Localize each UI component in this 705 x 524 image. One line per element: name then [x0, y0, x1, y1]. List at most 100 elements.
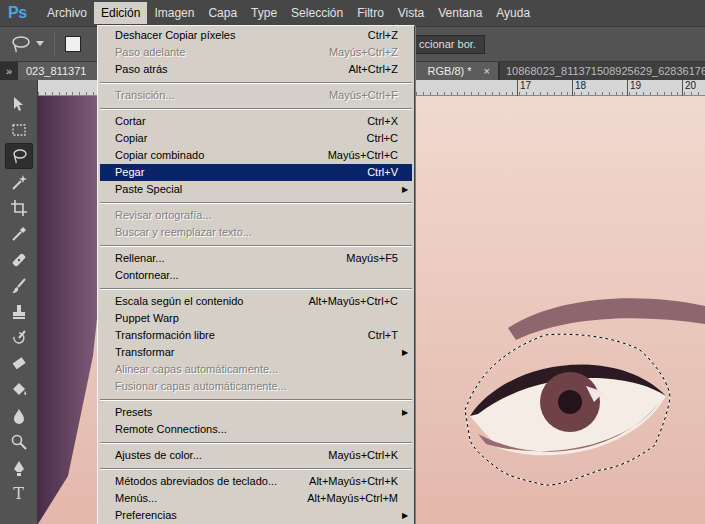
pen-tool-icon: [10, 459, 28, 477]
menu-item-label: Fusionar capas automáticamente...: [115, 378, 398, 395]
tool-button[interactable]: [5, 117, 33, 143]
menu-item[interactable]: CortarCtrl+X: [100, 113, 412, 130]
menu-item-shortcut: Mayús+Ctrl+K: [328, 447, 398, 464]
menu-separator: [100, 104, 412, 113]
lasso-icon[interactable]: [10, 34, 32, 54]
clone-stamp-icon: [10, 303, 28, 321]
rectangular-marquee-icon: [10, 121, 28, 139]
menu-bar-item[interactable]: Type: [244, 2, 284, 24]
separator-line: [100, 468, 412, 470]
menu-bar-item[interactable]: Filtro: [350, 2, 391, 24]
menu-item-label: Deshacer Copiar píxeles: [115, 27, 368, 44]
separator-line: [100, 288, 412, 290]
menu-item-shortcut: Ctrl+T: [368, 327, 398, 344]
menu-bar-item[interactable]: Capa: [201, 2, 244, 24]
tool-button[interactable]: [5, 325, 33, 351]
tool-button[interactable]: [5, 169, 33, 195]
tabs-overflow-button[interactable]: »: [0, 62, 18, 80]
brush-tool-icon: [10, 277, 28, 295]
menu-item[interactable]: Escala según el contenidoAlt+Mayús+Ctrl+…: [100, 293, 412, 310]
tool-button[interactable]: [5, 429, 33, 455]
menu-item-label: Métodos abreviados de teclado...: [115, 473, 309, 490]
menu-item[interactable]: Presets▶: [100, 404, 412, 421]
eraser-tool-icon: [10, 355, 28, 373]
menu-item[interactable]: PegarCtrl+V: [100, 164, 412, 181]
menu-item: Fusionar capas automáticamente...: [100, 378, 412, 395]
new-selection-icon[interactable]: [65, 36, 81, 52]
tool-button[interactable]: [5, 299, 33, 325]
tool-button[interactable]: [5, 143, 33, 169]
submenu-arrow-icon: ▶: [398, 181, 412, 198]
tool-button[interactable]: [5, 351, 33, 377]
photoshop-logo[interactable]: Ps: [0, 1, 40, 25]
menu-bar-item[interactable]: Archivo: [40, 2, 94, 24]
menu-item[interactable]: Rellenar...Mayús+F5: [100, 250, 412, 267]
menu-item-label: Paste Special: [115, 181, 398, 198]
menu-item: Paso adelanteMayús+Ctrl+Z: [100, 44, 412, 61]
tool-button[interactable]: [5, 195, 33, 221]
menu-item-label: Transformar: [115, 344, 398, 361]
menu-separator: [100, 464, 412, 473]
menu-item[interactable]: Copiar combinadoMayús+Ctrl+C: [100, 147, 412, 164]
submenu-arrow-icon: [398, 87, 412, 104]
menu-bar-item[interactable]: Edición: [94, 2, 147, 24]
menu-item[interactable]: Ajustes de color...Mayús+Ctrl+K: [100, 447, 412, 464]
menu-item[interactable]: Puppet Warp: [100, 310, 412, 327]
document-tab[interactable]: 10868023_811371508925629_628361766: [500, 62, 705, 80]
menu-separator: [100, 241, 412, 250]
menu-separator: [100, 284, 412, 293]
submenu-arrow-icon: [398, 250, 412, 267]
dropdown-caret-icon[interactable]: [36, 41, 44, 47]
separator-line: [100, 245, 412, 247]
menu-item-label: Ajustes de color...: [115, 447, 328, 464]
tool-button[interactable]: [5, 377, 33, 403]
tool-button[interactable]: [5, 247, 33, 273]
menu-item[interactable]: Paste Special▶: [100, 181, 412, 198]
menu-item[interactable]: Transformación libreCtrl+T: [100, 327, 412, 344]
healing-brush-icon: [10, 251, 28, 269]
submenu-arrow-icon: [398, 147, 412, 164]
menu-item-shortcut: Ctrl+V: [367, 164, 398, 181]
separator-line: [100, 202, 412, 204]
menu-item[interactable]: Remote Connections...: [100, 421, 412, 438]
menu-bar-item[interactable]: Ventana: [431, 2, 489, 24]
tool-button[interactable]: [5, 221, 33, 247]
refine-edge-button[interactable]: ccionar bor.: [408, 35, 485, 54]
paint-bucket-icon: [10, 381, 28, 399]
tool-button[interactable]: [5, 403, 33, 429]
menu-item[interactable]: Contornear...: [100, 267, 412, 284]
menu-item[interactable]: Métodos abreviados de teclado...Alt+Mayú…: [100, 473, 412, 490]
tool-button[interactable]: T: [5, 481, 33, 507]
menu-bar-item[interactable]: Imagen: [147, 2, 201, 24]
submenu-arrow-icon: [398, 490, 412, 507]
menu-item[interactable]: Paso atrásAlt+Ctrl+Z: [100, 61, 412, 78]
menu-item[interactable]: Menús...Alt+Mayús+Ctrl+M: [100, 490, 412, 507]
menu-item[interactable]: Transformar▶: [100, 344, 412, 361]
menu-item-label: Rellenar...: [115, 250, 346, 267]
menu-item-shortcut: Ctrl+X: [367, 113, 398, 130]
ruler-tick: 17: [517, 80, 531, 96]
close-tab-button[interactable]: ×: [484, 62, 490, 80]
menu-bar-item[interactable]: Vista: [391, 2, 431, 24]
menu-bar-item[interactable]: Ayuda: [489, 2, 537, 24]
tool-button[interactable]: [5, 455, 33, 481]
menu-bar-item[interactable]: Selección: [284, 2, 350, 24]
type-tool-icon: T: [13, 486, 24, 502]
menu-separator: [100, 78, 412, 87]
menu-separator: [100, 438, 412, 447]
menu-item[interactable]: Preferencias▶: [100, 507, 412, 524]
menu-item[interactable]: CopiarCtrl+C: [100, 130, 412, 147]
tool-button[interactable]: [5, 273, 33, 299]
menu-item-shortcut: Mayús+Ctrl+C: [328, 147, 398, 164]
tool-button[interactable]: [5, 91, 33, 117]
menu-item-shortcut: Alt+Mayús+Ctrl+C: [308, 293, 398, 310]
selection-marquee: [465, 334, 670, 485]
history-brush-icon: [10, 329, 28, 347]
menu-item[interactable]: Deshacer Copiar píxelesCtrl+Z: [100, 27, 412, 44]
submenu-arrow-icon: [398, 44, 412, 61]
menu-item-label: Puppet Warp: [115, 310, 398, 327]
